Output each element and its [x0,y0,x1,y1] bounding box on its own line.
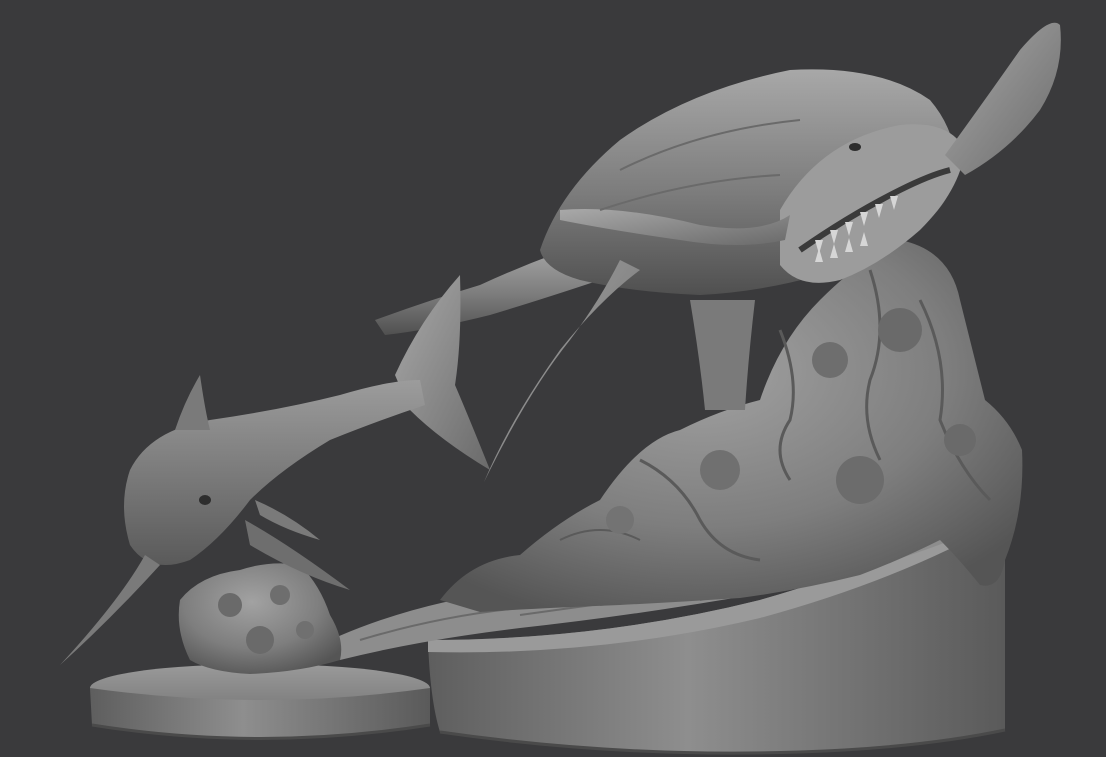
rocky-reef-small [178,563,342,674]
scene-svg [60,22,1061,755]
small-base [90,664,431,740]
sculpt-viewport [0,0,1106,757]
